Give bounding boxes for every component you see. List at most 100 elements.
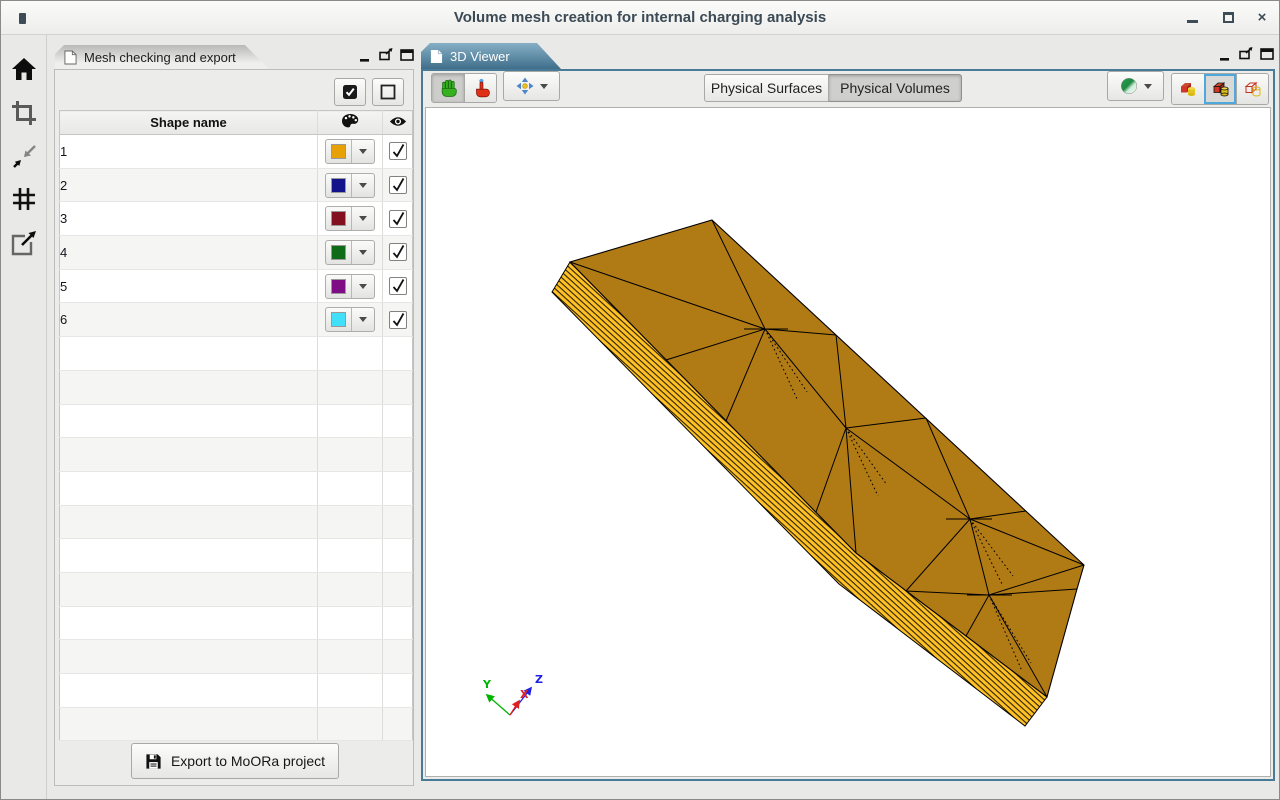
color-dropdown[interactable] — [325, 307, 375, 332]
shading-dropdown[interactable] — [1107, 71, 1164, 101]
table-row-empty — [60, 337, 413, 371]
shape-table-body: 1 2 — [60, 135, 413, 741]
detach-icon — [379, 48, 393, 61]
panel-minimize-button[interactable] — [356, 49, 373, 64]
render-mode-group — [1171, 73, 1269, 105]
shape-name-header[interactable]: Shape name — [60, 111, 318, 135]
window-title: Volume mesh creation for internal chargi… — [1, 1, 1279, 35]
minimize-icon — [1219, 50, 1231, 62]
viewer-maximize-button[interactable] — [1258, 46, 1275, 61]
crop-button[interactable] — [10, 99, 38, 127]
visibility-checkbox[interactable] — [389, 142, 407, 160]
visibility-checkbox[interactable] — [389, 243, 407, 261]
render-solid-button[interactable] — [1172, 74, 1204, 104]
visibility-column-header[interactable] — [383, 111, 413, 135]
render-shaded-edges-button[interactable] — [1204, 74, 1236, 104]
color-swatch — [331, 178, 346, 193]
shape-name-cell: 2 — [60, 168, 318, 202]
viewer-detach-button[interactable] — [1237, 46, 1254, 61]
axis-z-label: Z — [535, 673, 543, 686]
chevron-down-icon — [359, 216, 367, 221]
check-icon — [391, 279, 405, 293]
pick-finger-button[interactable] — [464, 74, 496, 102]
visibility-checkbox[interactable] — [389, 277, 407, 295]
open-external-icon — [11, 230, 37, 256]
panel-maximize-button[interactable] — [398, 47, 415, 62]
hand-tool-group — [431, 73, 497, 103]
table-row-empty — [60, 505, 413, 539]
mesh-panel-body: Shape name — [54, 69, 414, 786]
minimize-icon — [1187, 20, 1198, 23]
window-maximize-button[interactable] — [1215, 1, 1241, 33]
mesh-3d-scene: Y Z X — [426, 108, 1270, 776]
save-icon — [145, 753, 162, 770]
table-row-empty — [60, 471, 413, 505]
mesh-panel-title: Mesh checking and export — [84, 50, 236, 65]
mesh-panel-tab[interactable]: Mesh checking and export — [55, 45, 269, 69]
chevron-down-icon — [359, 183, 367, 188]
grid-button[interactable] — [10, 185, 38, 213]
table-row-empty — [60, 370, 413, 404]
maximize-icon — [400, 49, 414, 61]
app-window: Volume mesh creation for internal chargi… — [0, 0, 1280, 800]
home-button[interactable] — [10, 55, 38, 83]
table-row[interactable]: 4 — [60, 236, 413, 270]
maximize-icon — [1223, 12, 1234, 23]
color-swatch — [331, 279, 346, 294]
select-all-button[interactable] — [334, 78, 366, 106]
color-column-header[interactable] — [318, 111, 383, 135]
color-swatch — [331, 312, 346, 327]
crop-icon — [11, 100, 37, 126]
deselect-all-button[interactable] — [372, 78, 404, 106]
viewer-panel: 3D Viewer — [421, 43, 1275, 781]
open-external-button[interactable] — [10, 229, 38, 257]
table-header-row: Shape name — [60, 111, 413, 135]
table-row[interactable]: 3 — [60, 202, 413, 236]
table-row-empty — [60, 707, 413, 741]
axes-triad: Y Z X — [482, 673, 543, 715]
viewer-frame: Physical Surfaces Physical Volumes — [421, 69, 1275, 781]
table-row-empty — [60, 438, 413, 472]
color-dropdown[interactable] — [325, 240, 375, 265]
physical-volumes-button[interactable]: Physical Volumes — [829, 74, 962, 102]
window-close-button[interactable]: × — [1249, 1, 1275, 33]
pan-hand-button[interactable] — [432, 74, 464, 102]
solid-shapes-icon — [1179, 81, 1197, 97]
color-dropdown[interactable] — [325, 139, 375, 164]
viewport-3d[interactable]: Y Z X — [425, 107, 1271, 777]
color-dropdown[interactable] — [325, 173, 375, 198]
surfaces-label: Physical Surfaces — [711, 80, 822, 96]
table-row[interactable]: 2 — [60, 168, 413, 202]
table-row[interactable]: 6 — [60, 303, 413, 337]
panel-detach-button[interactable] — [377, 47, 394, 62]
table-row[interactable]: 5 — [60, 269, 413, 303]
table-row-empty — [60, 674, 413, 708]
color-dropdown[interactable] — [325, 206, 375, 231]
shape-name-cell: 3 — [60, 202, 318, 236]
visibility-checkbox[interactable] — [389, 210, 407, 228]
move-mode-dropdown[interactable] — [503, 71, 560, 101]
render-wireframe-button[interactable] — [1236, 74, 1268, 104]
wireframe-shapes-icon — [1244, 81, 1262, 97]
physical-surfaces-button[interactable]: Physical Surfaces — [704, 74, 829, 102]
move-icon — [516, 77, 534, 95]
fit-shrink-button[interactable] — [10, 143, 38, 171]
mesh-panel: Mesh checking and export — [54, 45, 414, 786]
title-bar: Volume mesh creation for internal chargi… — [1, 1, 1279, 35]
export-moora-button[interactable]: Export to MoORa project — [131, 743, 339, 779]
viewer-toolbar: Physical Surfaces Physical Volumes — [423, 71, 1273, 107]
table-row-empty — [60, 640, 413, 674]
visibility-checkbox[interactable] — [389, 311, 407, 329]
chevron-down-icon — [359, 250, 367, 255]
detach-icon — [1239, 47, 1253, 60]
visibility-checkbox[interactable] — [389, 176, 407, 194]
color-dropdown[interactable] — [325, 274, 375, 299]
table-row-empty — [60, 404, 413, 438]
table-row[interactable]: 1 — [60, 135, 413, 169]
grid-icon — [11, 186, 37, 212]
viewer-minimize-button[interactable] — [1216, 48, 1233, 63]
shape-table: Shape name — [59, 110, 413, 741]
viewer-tab[interactable]: 3D Viewer — [421, 43, 561, 69]
window-minimize-button[interactable] — [1179, 1, 1205, 33]
check-icon — [391, 313, 405, 327]
